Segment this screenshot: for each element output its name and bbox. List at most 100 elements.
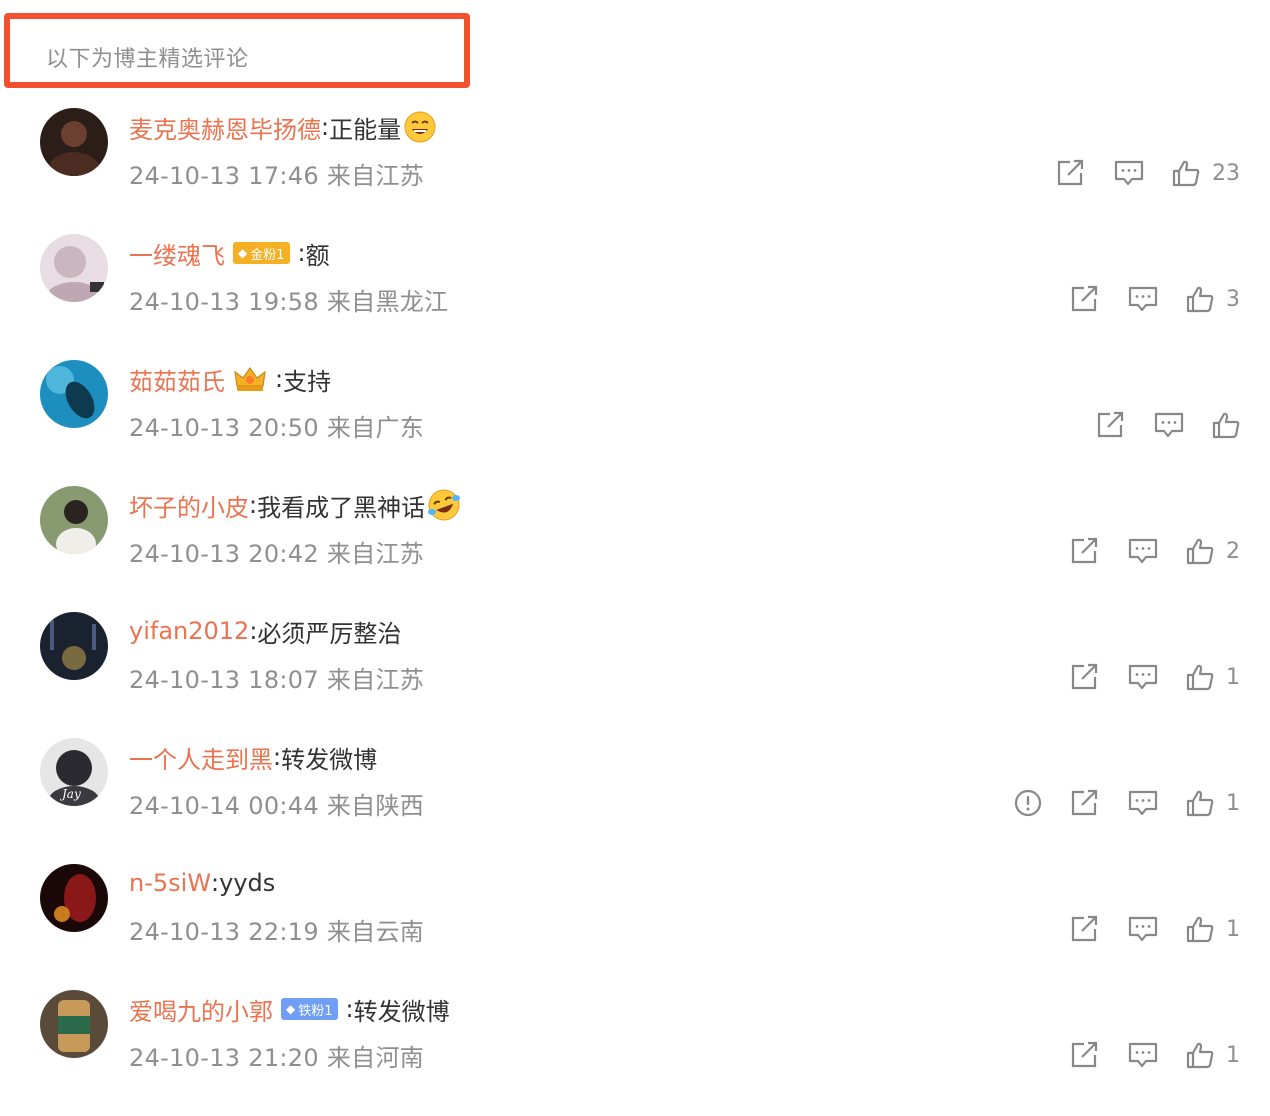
username[interactable]: yifan2012 bbox=[129, 617, 249, 645]
repost-button[interactable] bbox=[1070, 663, 1100, 691]
reply-button[interactable] bbox=[1128, 1041, 1158, 1069]
repost-icon bbox=[1070, 537, 1100, 565]
comment-text: yyds bbox=[219, 869, 276, 897]
comment-item: yifan2012 : 必须严厉整治 24-10-13 18:07 来自江苏 1 bbox=[0, 612, 1270, 738]
comment-item: 麦克奥赫恩毕扬德 : 正能量 24-10-13 17:46 来自江苏 23 bbox=[0, 108, 1270, 234]
username[interactable]: 茹茹茹氏 bbox=[129, 362, 225, 397]
like-icon bbox=[1212, 411, 1240, 439]
comment-separator: : bbox=[249, 617, 258, 645]
comment-meta: 24-10-13 20:42 来自江苏 bbox=[129, 540, 425, 568]
like-icon bbox=[1186, 789, 1214, 817]
like-icon bbox=[1186, 1041, 1214, 1069]
like-count: 3 bbox=[1226, 286, 1240, 312]
grin-emoji bbox=[403, 110, 437, 144]
repost-icon bbox=[1070, 789, 1100, 817]
reply-icon bbox=[1114, 159, 1144, 187]
reply-icon bbox=[1128, 789, 1158, 817]
repost-button[interactable] bbox=[1070, 789, 1100, 817]
comment-text: 支持 bbox=[283, 367, 332, 396]
avatar[interactable] bbox=[40, 108, 108, 176]
avatar[interactable] bbox=[40, 360, 108, 428]
repost-button[interactable] bbox=[1070, 537, 1100, 565]
like-button[interactable]: 1 bbox=[1186, 915, 1240, 943]
diamond-icon: ◆ bbox=[238, 246, 248, 260]
reply-button[interactable] bbox=[1128, 789, 1158, 817]
like-icon bbox=[1172, 159, 1200, 187]
repost-icon bbox=[1070, 285, 1100, 313]
repost-button[interactable] bbox=[1096, 411, 1126, 439]
avatar[interactable]: Jay bbox=[40, 738, 108, 806]
avatar[interactable] bbox=[40, 612, 108, 680]
comment-separator: : bbox=[211, 869, 220, 897]
like-icon bbox=[1186, 285, 1214, 313]
like-button[interactable]: 2 bbox=[1186, 537, 1240, 565]
reply-button[interactable] bbox=[1128, 537, 1158, 565]
comment-text: 必须严厉整治 bbox=[257, 619, 402, 648]
report-button[interactable] bbox=[1014, 789, 1042, 817]
comment-item: n-5siW : yyds 24-10-13 22:19 来自云南 1 bbox=[0, 864, 1270, 990]
reply-icon bbox=[1128, 537, 1158, 565]
like-count: 2 bbox=[1226, 538, 1240, 564]
reply-icon bbox=[1154, 411, 1184, 439]
fan-badge: ◆ 金粉1 bbox=[233, 242, 290, 264]
comment-text: 我看成了黑神话 bbox=[257, 493, 426, 522]
reply-icon bbox=[1128, 663, 1158, 691]
like-button[interactable]: 23 bbox=[1172, 159, 1240, 187]
reply-button[interactable] bbox=[1154, 411, 1184, 439]
comment-text: 正能量 bbox=[329, 115, 402, 144]
username[interactable]: n-5siW bbox=[129, 869, 211, 897]
comment-separator: : bbox=[321, 113, 330, 141]
like-count: 1 bbox=[1226, 1042, 1240, 1068]
like-icon bbox=[1186, 915, 1214, 943]
diamond-icon: ◆ bbox=[286, 1002, 296, 1016]
avatar[interactable] bbox=[40, 486, 108, 554]
repost-icon bbox=[1096, 411, 1126, 439]
reply-button[interactable] bbox=[1128, 663, 1158, 691]
username[interactable]: 麦克奥赫恩毕扬德 bbox=[129, 110, 321, 145]
comment-separator: : bbox=[297, 239, 306, 267]
like-button[interactable]: 1 bbox=[1186, 663, 1240, 691]
comment-separator: : bbox=[345, 995, 354, 1023]
reply-button[interactable] bbox=[1114, 159, 1144, 187]
fan-badge-label: 金粉1 bbox=[250, 247, 285, 263]
comment-item: 茹茹茹氏 : 支持 24-10-13 20:50 来自广东 bbox=[0, 360, 1270, 486]
comment-item: 爱喝九的小郭 ◆ 铁粉1 : 转发微博 24-10-13 21:20 来自河南 1 bbox=[0, 990, 1270, 1116]
comment-meta: 24-10-13 22:19 来自云南 bbox=[129, 918, 425, 946]
comment-separator: : bbox=[249, 491, 258, 519]
comment-list: 麦克奥赫恩毕扬德 : 正能量 24-10-13 17:46 来自江苏 23 一缕… bbox=[0, 108, 1270, 1116]
report-icon bbox=[1014, 789, 1042, 817]
reply-icon bbox=[1128, 915, 1158, 943]
username[interactable]: 坏子的小皮 bbox=[129, 488, 249, 523]
comment-text: 额 bbox=[305, 241, 330, 270]
avatar[interactable] bbox=[40, 234, 108, 302]
username[interactable]: 一个人走到黑 bbox=[129, 740, 273, 775]
like-button[interactable]: 3 bbox=[1186, 285, 1240, 313]
comment-meta: 24-10-13 17:46 来自江苏 bbox=[129, 162, 425, 190]
like-button[interactable]: 1 bbox=[1186, 789, 1240, 817]
repost-icon bbox=[1070, 663, 1100, 691]
like-count: 1 bbox=[1226, 790, 1240, 816]
laugh-cry-emoji bbox=[427, 488, 461, 522]
avatar[interactable] bbox=[40, 990, 108, 1058]
avatar[interactable] bbox=[40, 864, 108, 932]
repost-icon bbox=[1070, 1041, 1100, 1069]
reply-icon bbox=[1128, 1041, 1158, 1069]
comment-meta: 24-10-14 00:44 来自陕西 bbox=[129, 792, 425, 820]
like-count: 1 bbox=[1226, 916, 1240, 942]
reply-button[interactable] bbox=[1128, 915, 1158, 943]
comment-meta: 24-10-13 21:20 来自河南 bbox=[129, 1044, 425, 1072]
like-button[interactable] bbox=[1212, 411, 1240, 439]
repost-button[interactable] bbox=[1056, 159, 1086, 187]
username[interactable]: 一缕魂飞 bbox=[129, 236, 225, 271]
repost-button[interactable] bbox=[1070, 1041, 1100, 1069]
like-icon bbox=[1186, 537, 1214, 565]
like-button[interactable]: 1 bbox=[1186, 1041, 1240, 1069]
username[interactable]: 爱喝九的小郭 bbox=[129, 992, 273, 1027]
crown-icon bbox=[233, 364, 267, 394]
like-count: 23 bbox=[1212, 160, 1240, 186]
fan-badge-label: 铁粉1 bbox=[298, 1003, 333, 1019]
comment-text: 转发微博 bbox=[353, 997, 450, 1026]
repost-button[interactable] bbox=[1070, 285, 1100, 313]
reply-button[interactable] bbox=[1128, 285, 1158, 313]
repost-button[interactable] bbox=[1070, 915, 1100, 943]
